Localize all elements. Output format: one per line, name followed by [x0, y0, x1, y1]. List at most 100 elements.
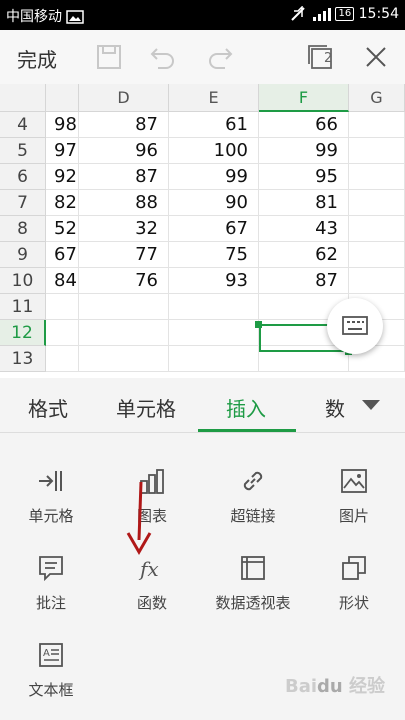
table-cell[interactable] — [46, 294, 79, 320]
table-cell[interactable]: 98 — [46, 112, 79, 138]
keyboard-toggle-button[interactable] — [327, 298, 383, 354]
table-cell[interactable]: 66 — [259, 112, 349, 138]
table-cell[interactable]: 99 — [169, 164, 259, 190]
close-icon[interactable] — [361, 42, 391, 72]
insert-link-button[interactable]: 超链接 — [203, 463, 303, 543]
pivot-table-icon — [241, 556, 265, 580]
insert-image-button[interactable]: 图片 — [304, 463, 404, 543]
insert-pivot-table-button[interactable]: 数据透视表 — [203, 550, 303, 630]
table-cell[interactable]: 84 — [46, 268, 79, 294]
column-header-g[interactable]: G — [349, 84, 405, 112]
window-count: 2 — [324, 51, 333, 66]
table-cell[interactable] — [349, 190, 405, 216]
function-icon: fx — [138, 557, 159, 581]
row-header[interactable]: 13 — [0, 346, 46, 372]
table-cell[interactable] — [79, 294, 169, 320]
row-header[interactable]: 4 — [0, 112, 46, 138]
table-cell[interactable] — [169, 346, 259, 372]
image-notification-icon — [66, 10, 85, 24]
active-tab-indicator — [198, 429, 296, 432]
table-cell[interactable]: 99 — [259, 138, 349, 164]
table-cell[interactable]: 67 — [46, 242, 79, 268]
table-cell[interactable]: 97 — [46, 138, 79, 164]
insert-cell-button[interactable]: 单元格 — [1, 463, 101, 543]
insert-shape-button[interactable]: 形状 — [304, 550, 404, 630]
row-header[interactable]: 12 — [0, 320, 46, 346]
tool-label: 图片 — [338, 507, 369, 525]
mute-icon — [290, 6, 305, 21]
table-cell[interactable]: 67 — [169, 216, 259, 242]
comment-icon — [39, 556, 63, 582]
table-cell[interactable] — [46, 320, 79, 346]
row-header[interactable]: 11 — [0, 294, 46, 320]
table-cell[interactable]: 43 — [259, 216, 349, 242]
insert-comment-button[interactable]: 批注 — [1, 550, 101, 630]
table-cell[interactable]: 32 — [79, 216, 169, 242]
table-cell[interactable] — [79, 320, 169, 346]
redo-icon[interactable] — [205, 42, 235, 72]
table-cell[interactable]: 76 — [79, 268, 169, 294]
ribbon-tabs: 格式 单元格 插入 数 — [0, 378, 405, 433]
row-header[interactable]: 7 — [0, 190, 46, 216]
image-icon — [341, 469, 367, 493]
insert-function-button[interactable]: fx 函数 — [102, 550, 202, 630]
row-header[interactable]: 9 — [0, 242, 46, 268]
table-cell[interactable]: 77 — [79, 242, 169, 268]
table-cell[interactable] — [169, 320, 259, 346]
table-cell[interactable]: 82 — [46, 190, 79, 216]
table-cell[interactable]: 92 — [46, 164, 79, 190]
keyboard-icon — [342, 316, 368, 335]
corner-cell[interactable] — [0, 84, 46, 112]
table-cell[interactable] — [349, 242, 405, 268]
tab-data[interactable]: 数 — [325, 393, 345, 422]
table-cell[interactable]: 61 — [169, 112, 259, 138]
table-cell[interactable]: 100 — [169, 138, 259, 164]
table-cell[interactable] — [349, 216, 405, 242]
column-header-partial[interactable] — [46, 84, 79, 112]
table-cell[interactable] — [349, 268, 405, 294]
table-cell[interactable] — [349, 164, 405, 190]
table-cell[interactable]: 87 — [79, 112, 169, 138]
row-header[interactable]: 8 — [0, 216, 46, 242]
table-cell[interactable]: 87 — [79, 164, 169, 190]
table-cell[interactable] — [79, 346, 169, 372]
table-cell[interactable]: 87 — [259, 268, 349, 294]
table-cell[interactable]: 90 — [169, 190, 259, 216]
table-cell[interactable]: 88 — [79, 190, 169, 216]
tab-insert[interactable]: 插入 — [226, 393, 266, 422]
table-cell[interactable]: 96 — [79, 138, 169, 164]
selection-handle-top[interactable] — [255, 321, 262, 328]
save-icon[interactable] — [94, 42, 124, 72]
table-cell[interactable]: 95 — [259, 164, 349, 190]
column-header-d[interactable]: D — [79, 84, 169, 112]
table-cell[interactable] — [46, 346, 79, 372]
insert-chart-button[interactable]: 图表 — [102, 463, 202, 543]
tool-label: 形状 — [338, 594, 369, 612]
signal-icon — [313, 8, 331, 21]
row-header[interactable]: 6 — [0, 164, 46, 190]
table-cell[interactable]: 81 — [259, 190, 349, 216]
table-cell[interactable] — [169, 294, 259, 320]
table-cell[interactable]: 75 — [169, 242, 259, 268]
row-header[interactable]: 5 — [0, 138, 46, 164]
insert-textbox-button[interactable]: A 文本框 — [1, 637, 101, 717]
tab-cell[interactable]: 单元格 — [116, 393, 176, 422]
table-cell[interactable] — [349, 138, 405, 164]
column-header-f[interactable]: F — [259, 84, 349, 112]
table-cell[interactable]: 62 — [259, 242, 349, 268]
column-header-e[interactable]: E — [169, 84, 259, 112]
row-header[interactable]: 10 — [0, 268, 46, 294]
table-cell[interactable] — [349, 112, 405, 138]
watermark-logo: Baidu 经验 — [285, 676, 386, 697]
done-button[interactable]: 完成 — [17, 44, 57, 73]
tool-label: 超链接 — [230, 507, 276, 525]
carrier-label: 中国移动 — [6, 9, 62, 25]
undo-icon[interactable] — [148, 42, 178, 72]
table-cell[interactable]: 52 — [46, 216, 79, 242]
chevron-down-icon[interactable] — [362, 400, 380, 410]
tool-label: 图表 — [136, 507, 167, 525]
tool-label: 数据透视表 — [215, 594, 291, 612]
clock: 15:54 — [358, 6, 399, 22]
table-cell[interactable]: 93 — [169, 268, 259, 294]
tab-format[interactable]: 格式 — [28, 393, 68, 422]
